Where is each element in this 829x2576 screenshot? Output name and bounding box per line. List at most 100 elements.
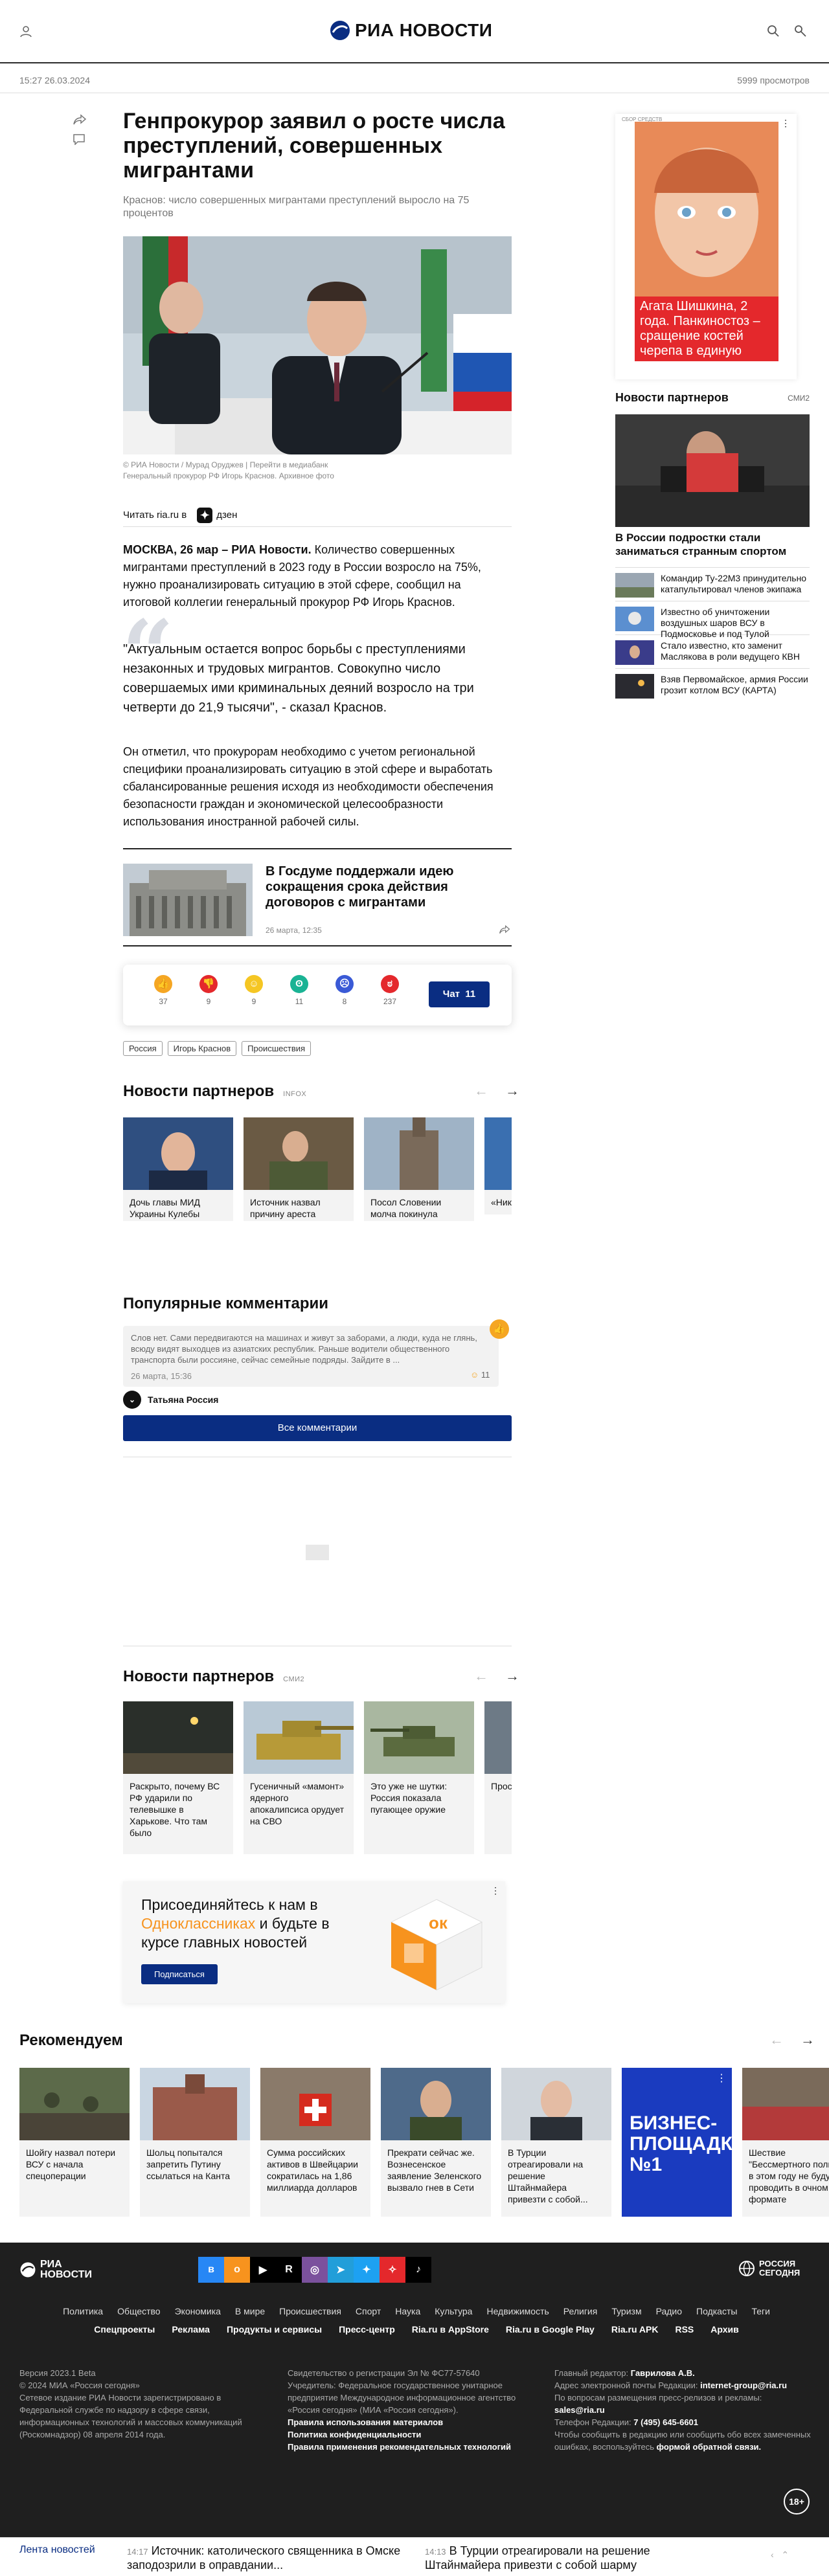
partner-card[interactable]: Раскрыто, почему ВС РФ ударили по телевы…: [123, 1701, 233, 1854]
footer-link[interactable]: Правила использования материалов: [288, 2416, 521, 2428]
footer-nav-link[interactable]: Спецпроекты: [94, 2324, 155, 2335]
sidebar-main-title[interactable]: В России подростки стали заниматься стра…: [615, 531, 810, 558]
arrow-right-icon[interactable]: →: [505, 1668, 519, 1685]
yappy-icon[interactable]: ✧: [380, 2257, 405, 2283]
recommend-card[interactable]: Шольц попытался запретить Путину ссылать…: [140, 2068, 250, 2217]
reaction-like[interactable]: 👍 37: [150, 975, 176, 1006]
recommend-ad-card[interactable]: БИЗНЕС-ПЛОЩАДКА №1 ⋮: [622, 2068, 747, 2217]
partner-card[interactable]: «Ник Масл реш ново: [484, 1117, 512, 1215]
footer-nav-link[interactable]: Культура: [435, 2306, 472, 2316]
footer-nav-link[interactable]: Радио: [656, 2306, 682, 2316]
footer-nav-link[interactable]: Общество: [117, 2306, 161, 2316]
comment-icon[interactable]: [73, 133, 85, 145]
arrow-left-icon[interactable]: ←: [769, 2032, 784, 2048]
sidebar-ad[interactable]: СБОР СРЕДСТВ ⋮ Агата Шишкина, 2 года. Па…: [615, 114, 797, 379]
reaction-sad[interactable]: ☹ 8: [332, 975, 358, 1006]
reaction-dislike[interactable]: 👎 9: [196, 975, 221, 1006]
telegram-icon[interactable]: ➤: [328, 2257, 354, 2283]
read-in-dzen[interactable]: Читать ria.ru в ✦ дзен: [123, 504, 512, 527]
footer-nav-link[interactable]: Ria.ru APK: [611, 2324, 659, 2335]
user-icon[interactable]: [19, 25, 32, 38]
twitter-icon[interactable]: ✦: [354, 2257, 380, 2283]
footer-nav-link[interactable]: Наука: [395, 2306, 420, 2316]
recommend-card[interactable]: Прекрати сейчас же. Вознесенское заявлен…: [381, 2068, 491, 2217]
recommend-card[interactable]: Шествие "Бессмертного полка" в этом году…: [742, 2068, 829, 2217]
partner-card[interactable]: Гусеничный «мамонт» ядерного апокалипсис…: [244, 1701, 354, 1854]
footer-nav-link[interactable]: Архив: [710, 2324, 738, 2335]
more-icon[interactable]: ⋮: [491, 1885, 500, 1896]
youtube-icon[interactable]: ▶: [250, 2257, 276, 2283]
recommend-card[interactable]: Шойгу назвал потери ВСУ с начала спецопе…: [19, 2068, 130, 2217]
arrow-right-icon[interactable]: →: [505, 1082, 519, 1099]
chevron-up-icon[interactable]: ⌃: [781, 2549, 789, 2560]
arrow-left-icon[interactable]: ←: [474, 1668, 488, 1685]
footer-nav-link[interactable]: RSS: [675, 2324, 694, 2335]
tag[interactable]: Россия: [123, 1041, 163, 1056]
footer-nav-link[interactable]: Экономика: [175, 2306, 221, 2316]
comment-author[interactable]: ⌄ Татьяна Россия: [123, 1391, 218, 1409]
footer-nav-link[interactable]: Продукты и сервисы: [227, 2324, 322, 2335]
footer-nav-link[interactable]: В мире: [235, 2306, 265, 2316]
subscribe-button[interactable]: Подписаться: [141, 1964, 218, 1984]
footer-logo[interactable]: РИА НОВОСТИ: [19, 2259, 98, 2280]
sidebar-news-item[interactable]: Командир Ту-22М3 принудительно катапульт…: [615, 567, 810, 601]
article-photo[interactable]: [123, 236, 512, 454]
partner-card[interactable]: Источник назвал причину ареста Залужного: [244, 1117, 354, 1221]
footer-nav-link[interactable]: Религия: [563, 2306, 598, 2316]
site-logo[interactable]: РИА НОВОСТИ: [329, 19, 492, 41]
chevron-left-icon[interactable]: ‹: [771, 2549, 774, 2560]
footer-nav-link[interactable]: Ria.ru в AppStore: [412, 2324, 489, 2335]
menu-icon[interactable]: [794, 25, 807, 38]
footer-nav-link[interactable]: Ria.ru в Google Play: [506, 2324, 595, 2335]
rutube-icon[interactable]: R: [276, 2257, 302, 2283]
footer-link[interactable]: Политика конфиденциальности: [288, 2428, 521, 2441]
dzen-link[interactable]: ✦ дзен: [197, 507, 237, 523]
reaction-wow[interactable]: ʘ 11: [286, 975, 312, 1006]
partner-card[interactable]: Посол Словении молча покинула здание МИД…: [364, 1117, 474, 1221]
footer-nav-link[interactable]: Теги: [751, 2306, 769, 2316]
sidebar-main-image[interactable]: [615, 414, 810, 527]
footer-sales-email[interactable]: sales@ria.ru: [554, 2404, 813, 2416]
footer-link[interactable]: Правила применения рекомендательных техн…: [288, 2441, 521, 2453]
tiktok-icon[interactable]: ♪: [405, 2257, 431, 2283]
more-icon[interactable]: ⋮: [716, 2072, 727, 2085]
partner-card[interactable]: Дочь главы МИД Украины Кулебы спасли мос…: [123, 1117, 233, 1221]
sidebar-news-item[interactable]: Взяв Первомайское, армия России грозит к…: [615, 668, 810, 702]
share-icon[interactable]: [499, 924, 510, 935]
footer-nav-link[interactable]: Недвижимость: [486, 2306, 549, 2316]
ticker-item[interactable]: 14:13 В Турции отреагировали на решение …: [425, 2544, 710, 2571]
footer-email[interactable]: internet-group@ria.ru: [700, 2380, 787, 2390]
odnoklassniki-icon[interactable]: о: [224, 2257, 250, 2283]
reaction-laugh[interactable]: ☺ 9: [241, 975, 267, 1006]
recommend-card[interactable]: В Турции отреагировали на решение Штайнм…: [501, 2068, 611, 2217]
arrow-left-icon[interactable]: ←: [474, 1082, 488, 1099]
partner-card[interactable]: Прос встр встр Зеле: [484, 1701, 512, 1854]
reaction-angry[interactable]: ಠ 237: [377, 975, 403, 1006]
footer-nav-link[interactable]: Подкасты: [696, 2306, 737, 2316]
footer-nav-link[interactable]: Спорт: [356, 2306, 381, 2316]
footer-nav-link[interactable]: Туризм: [611, 2306, 641, 2316]
share-icon[interactable]: [73, 114, 87, 126]
arrow-right-icon[interactable]: →: [801, 2032, 815, 2048]
comment-card[interactable]: Слов нет. Сами передвигаются на машинах …: [123, 1326, 499, 1387]
footer-partner-logo[interactable]: РОССИЯ СЕГОДНЯ: [738, 2259, 811, 2278]
ticker-label[interactable]: Лента новостей: [19, 2544, 95, 2556]
more-icon[interactable]: ⋮: [781, 118, 790, 129]
partner-card[interactable]: Это уже не шутки: Россия показала пугающ…: [364, 1701, 474, 1854]
footer-nav-link[interactable]: Политика: [63, 2306, 103, 2316]
related-article[interactable]: В Госдуме поддержали идею сокращения сро…: [123, 848, 512, 946]
footer-nav-link[interactable]: Пресс-центр: [339, 2324, 395, 2335]
all-comments-button[interactable]: Все комментарии: [123, 1415, 512, 1441]
ticker-item[interactable]: 14:17 Источник: католического священника…: [127, 2544, 412, 2571]
vk-icon[interactable]: в: [198, 2257, 224, 2283]
feedback-form-link[interactable]: формой обратной связи.: [657, 2442, 762, 2452]
footer-nav-link[interactable]: Происшествия: [279, 2306, 341, 2316]
viber-icon[interactable]: ◎: [302, 2257, 328, 2283]
search-icon[interactable]: [767, 25, 780, 38]
footer-nav-link[interactable]: Реклама: [172, 2324, 210, 2335]
tag[interactable]: Игорь Краснов: [167, 1041, 237, 1056]
sidebar-news-item[interactable]: Известно об уничтожении воздушных шаров …: [615, 601, 810, 639]
tag[interactable]: Происшествия: [242, 1041, 312, 1056]
recommend-card[interactable]: Сумма российских активов в Швейцарии сок…: [260, 2068, 370, 2217]
chat-button[interactable]: Чат 11: [429, 981, 490, 1007]
